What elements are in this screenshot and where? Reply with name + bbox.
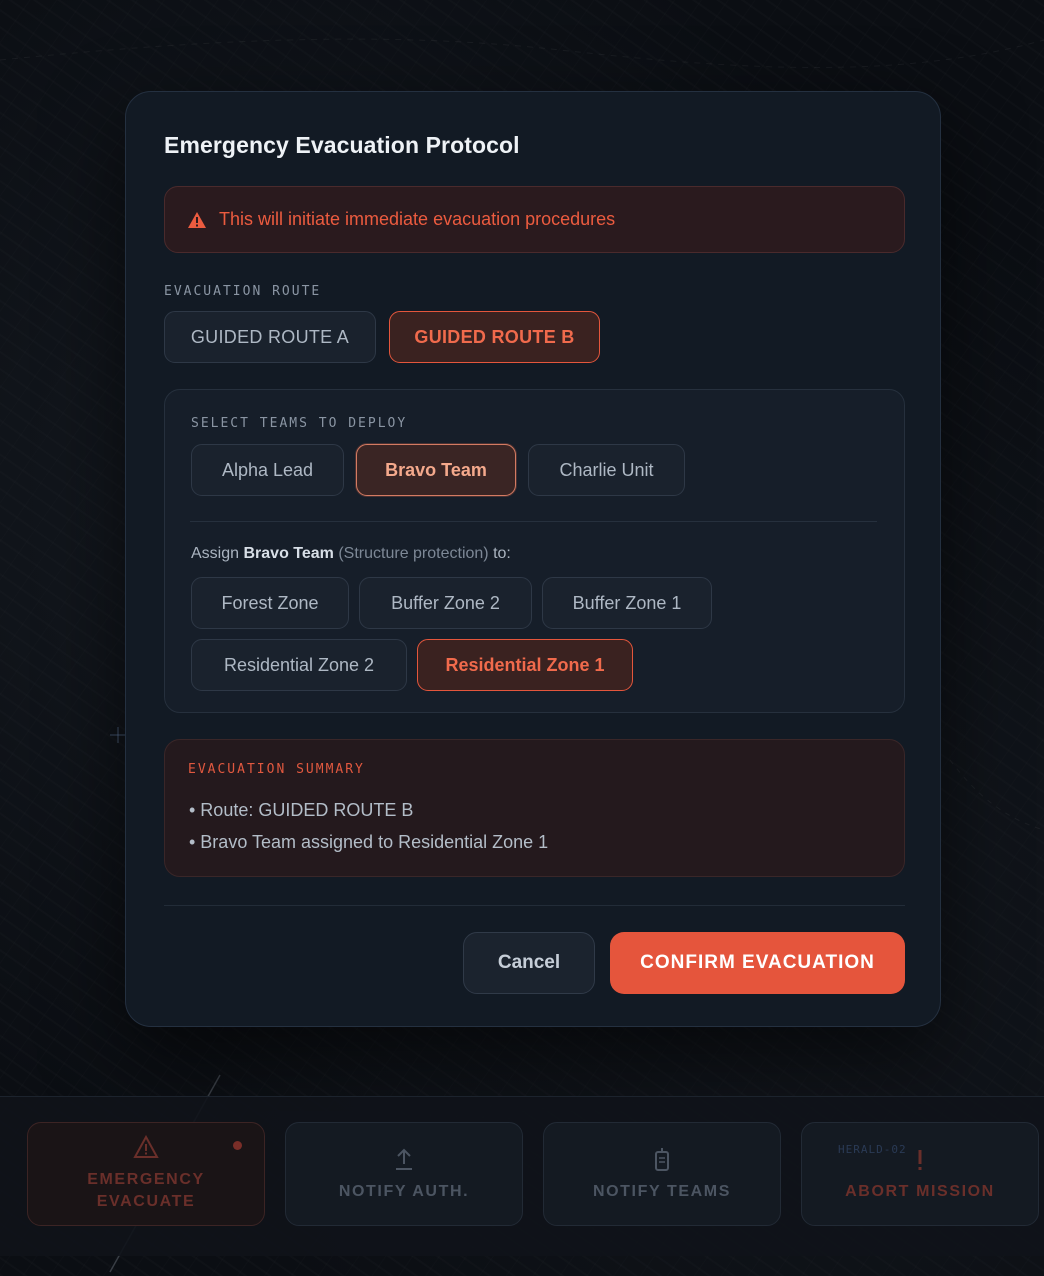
assign-team: Bravo Team (243, 545, 334, 562)
notify-auth-label: NOTIFY AUTH. (338, 1183, 470, 1200)
abort-mission-action[interactable]: HERALD-02 ABORT MISSION (801, 1122, 1039, 1226)
action-bar: EMERGENCY EVACUATE NOTIFY AUTH. NOTIFY T… (0, 1096, 1044, 1256)
zone-residential-2-button[interactable]: Residential Zone 2 (191, 639, 407, 691)
unit-callsign: HERALD-02 (838, 1143, 907, 1156)
warning-banner: This will initiate immediate evacuation … (164, 186, 905, 253)
alert-dot (233, 1141, 242, 1150)
cancel-button[interactable]: Cancel (463, 932, 595, 994)
modal-title: Emergency Evacuation Protocol (164, 132, 520, 158)
emergency-evacuate-label: EMERGENCY EVACUATE (87, 1171, 205, 1210)
route-label: EVACUATION ROUTE (164, 284, 322, 299)
summary-assignment: • Bravo Team assigned to Residential Zon… (189, 832, 549, 852)
notify-auth-action[interactable]: NOTIFY AUTH. (285, 1122, 523, 1226)
teams-label: SELECT TEAMS TO DEPLOY (191, 416, 408, 431)
summary-label: EVACUATION SUMMARY (188, 762, 365, 777)
warning-icon (133, 1135, 159, 1158)
route-a-button[interactable]: GUIDED ROUTE A (164, 311, 376, 363)
team-charlie-button[interactable]: Charlie Unit (528, 444, 685, 496)
zone-residential-1-button[interactable]: Residential Zone 1 (417, 639, 633, 691)
assign-prefix: Assign (191, 545, 240, 562)
summary-route: • Route: GUIDED ROUTE B (189, 800, 414, 820)
teams-divider (190, 521, 877, 522)
radio-icon (655, 1148, 669, 1171)
notify-teams-action[interactable]: NOTIFY TEAMS (543, 1122, 781, 1226)
assign-suffix: to: (493, 545, 511, 562)
footer-divider (164, 905, 905, 906)
assign-instruction: Assign Bravo Team (Structure protection)… (191, 545, 511, 563)
confirm-evacuation-button[interactable]: CONFIRM EVACUATION (610, 932, 905, 994)
team-bravo-button[interactable]: Bravo Team (356, 444, 516, 496)
warning-text: This will initiate immediate evacuation … (219, 209, 616, 229)
emergency-evacuate-action[interactable]: EMERGENCY EVACUATE (27, 1122, 265, 1226)
abort-mission-label: ABORT MISSION (845, 1183, 995, 1200)
exclamation-icon (918, 1150, 922, 1170)
app-stage: Emergency Evacuation Protocol This will … (0, 0, 1044, 1276)
evacuation-summary: EVACUATION SUMMARY • Route: GUIDED ROUTE… (164, 739, 905, 877)
team-alpha-button[interactable]: Alpha Lead (191, 444, 344, 496)
assign-role: (Structure protection) (338, 545, 489, 562)
teams-panel: SELECT TEAMS TO DEPLOY Alpha Lead Bravo … (164, 389, 905, 713)
warning-icon (188, 211, 206, 228)
upload-icon (396, 1148, 412, 1170)
route-b-button[interactable]: GUIDED ROUTE B (389, 311, 600, 363)
evacuation-modal: Emergency Evacuation Protocol This will … (125, 91, 941, 1027)
notify-teams-label: NOTIFY TEAMS (592, 1183, 732, 1200)
zone-buffer-1-button[interactable]: Buffer Zone 1 (542, 577, 712, 629)
zone-forest-button[interactable]: Forest Zone (191, 577, 349, 629)
zone-buffer-2-button[interactable]: Buffer Zone 2 (359, 577, 532, 629)
